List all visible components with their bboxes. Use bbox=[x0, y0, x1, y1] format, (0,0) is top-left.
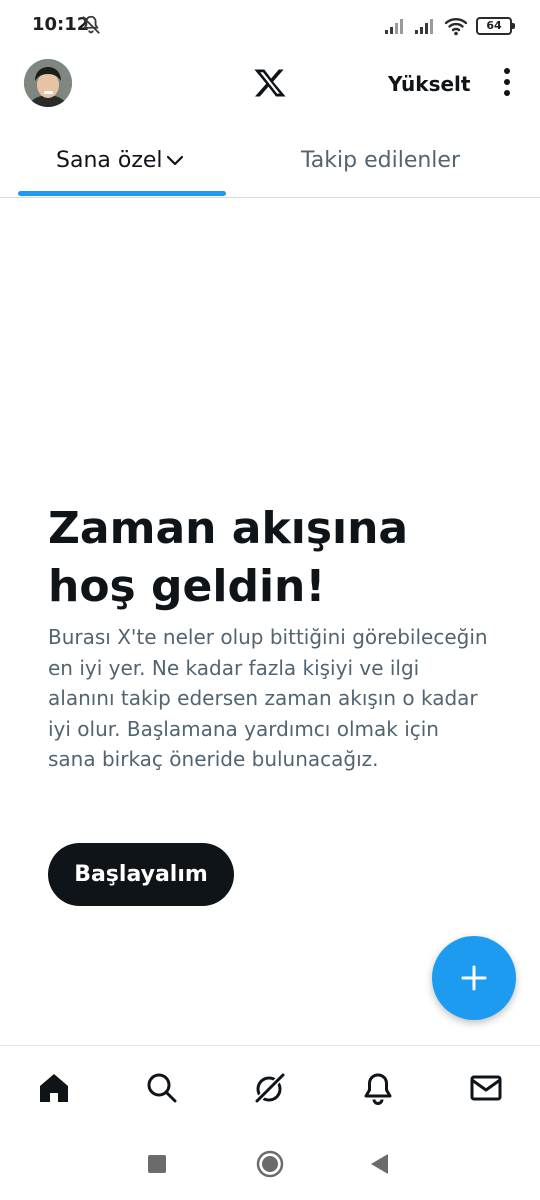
compose-post-button[interactable] bbox=[432, 936, 516, 1020]
more-vertical-icon[interactable] bbox=[500, 68, 514, 100]
nav-grok[interactable] bbox=[252, 1070, 288, 1106]
nav-search[interactable] bbox=[144, 1070, 180, 1106]
tab-label: Takip edilenler bbox=[301, 148, 460, 173]
tab-label: Sana özel bbox=[56, 148, 163, 173]
battery-level: 64 bbox=[486, 19, 502, 32]
home-icon bbox=[40, 1074, 68, 1102]
tab-for-you[interactable]: Sana özel bbox=[18, 130, 226, 197]
bottom-navigation bbox=[0, 1045, 540, 1129]
signal-icon bbox=[385, 19, 403, 34]
welcome-description: Burası X'te neler olup bittiğini görebil… bbox=[48, 625, 488, 771]
grok-icon bbox=[253, 1071, 287, 1105]
welcome-title: Zaman akışına hoş geldin! bbox=[48, 503, 409, 612]
nav-home[interactable] bbox=[36, 1070, 72, 1106]
tab-following[interactable]: Takip edilenler bbox=[270, 130, 510, 197]
avatar-image bbox=[24, 59, 72, 107]
home-circle-icon[interactable] bbox=[256, 1150, 284, 1178]
notifications-icon bbox=[364, 1073, 392, 1105]
app-header: Yükselt bbox=[0, 52, 540, 122]
search-icon bbox=[147, 1073, 177, 1103]
avatar[interactable] bbox=[24, 59, 72, 107]
plus-icon bbox=[461, 965, 487, 991]
battery-icon: 64 bbox=[476, 17, 515, 35]
timeline-tabs: Sana özel Takip edilenler bbox=[0, 130, 540, 198]
notifications-off-icon bbox=[82, 15, 100, 34]
active-tab-indicator bbox=[18, 191, 226, 196]
nav-notifications[interactable] bbox=[360, 1070, 396, 1106]
status-bar: 10:12 64 bbox=[0, 0, 540, 52]
signal-icon bbox=[415, 19, 433, 34]
messages-icon bbox=[470, 1075, 502, 1101]
chevron-down-icon[interactable] bbox=[166, 154, 184, 168]
x-logo-icon[interactable] bbox=[252, 66, 288, 100]
upgrade-button[interactable]: Yükselt bbox=[388, 72, 470, 96]
x-home-screen: 10:12 64 Yükselt Sana özel Takip edilenl… bbox=[0, 0, 540, 1200]
get-started-button[interactable]: Başlayalım bbox=[48, 843, 234, 906]
wifi-icon bbox=[444, 18, 468, 36]
nav-messages[interactable] bbox=[468, 1070, 504, 1106]
status-icons: 64 bbox=[384, 14, 515, 38]
recents-icon[interactable] bbox=[148, 1155, 166, 1173]
system-navigation bbox=[0, 1130, 540, 1200]
back-icon[interactable] bbox=[368, 1152, 390, 1176]
